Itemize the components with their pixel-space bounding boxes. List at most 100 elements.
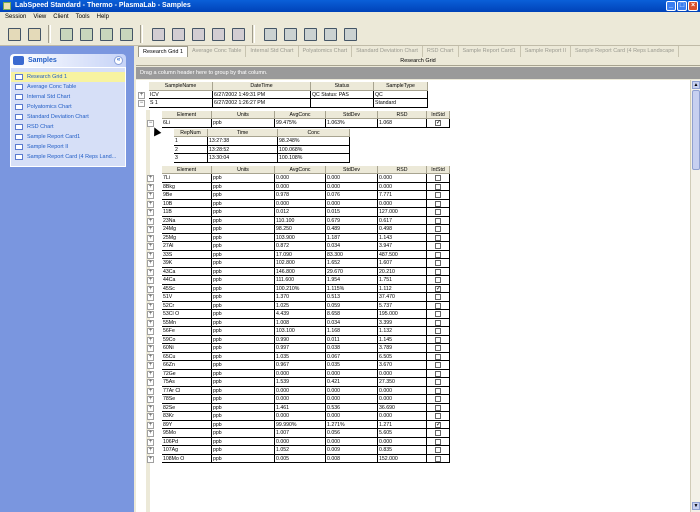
intstd-checkbox[interactable]: ✓: [435, 285, 441, 292]
user-button[interactable]: [24, 24, 43, 43]
table-row[interactable]: 1 13:27:38 98.248%: [136, 137, 690, 146]
table-row[interactable]: +9Be ppb 0.978 0.076 7.771: [136, 191, 690, 200]
printer-setup-button[interactable]: [208, 24, 227, 43]
intstd-checkbox[interactable]: [435, 379, 441, 385]
table-row[interactable]: +65Cu ppb 1.035 0.067 6.505: [136, 352, 690, 361]
table-row[interactable]: +60Ni ppb 0.997 0.038 3.789: [136, 344, 690, 353]
tab[interactable]: Research Grid 1: [138, 46, 189, 57]
sidebar-item[interactable]: Research Grid 1: [11, 72, 125, 82]
expand-icon[interactable]: +: [147, 353, 154, 361]
grid-button[interactable]: [56, 24, 75, 43]
tab[interactable]: Sample Report Card (4 Reps Landscape: [571, 46, 680, 57]
table-row[interactable]: +83Kr ppb 0.000 0.000 0.000: [136, 412, 690, 421]
maximize-button[interactable]: □: [677, 1, 687, 11]
tab[interactable]: Internal Std Chart: [246, 46, 299, 57]
chart-button[interactable]: [96, 24, 115, 43]
table-row[interactable]: +55Mn ppb 1.008 0.034 3.399: [136, 318, 690, 327]
table-row[interactable]: − S 1 6/27/2002 1:26:27 PM Standard: [136, 99, 690, 108]
expand-icon[interactable]: +: [147, 285, 154, 293]
table-row[interactable]: − 6Li ppb 99.475% 1.063% 1.068 ✓: [136, 119, 690, 128]
expand-icon[interactable]: +: [147, 192, 154, 199]
expand-icon[interactable]: +: [147, 387, 154, 395]
expand-icon[interactable]: +: [147, 268, 154, 276]
expand-icon[interactable]: +: [147, 183, 154, 191]
expand-icon[interactable]: +: [138, 91, 145, 99]
tab[interactable]: Average Conc Table: [188, 46, 247, 57]
intstd-checkbox[interactable]: [435, 430, 441, 436]
expand-icon[interactable]: +: [147, 319, 154, 327]
table-row[interactable]: Element Units AvgConc StdDev RSD IntStd: [136, 165, 690, 174]
expand-icon[interactable]: +: [147, 328, 154, 335]
table-button[interactable]: [76, 24, 95, 43]
intstd-checkbox[interactable]: [435, 328, 441, 334]
table-row[interactable]: +53Cl Oppb 4.439 8.658 195.000: [136, 310, 690, 319]
samples-panel-header[interactable]: Samples «: [10, 54, 126, 67]
table-row[interactable]: +23Na ppb 110.100 0.679 0.617: [136, 216, 690, 225]
table-row[interactable]: +24Mg ppb 98.250 0.489 0.498: [136, 225, 690, 234]
table-row[interactable]: RepNum Time Conc: [136, 128, 690, 137]
expand-icon[interactable]: +: [147, 217, 154, 225]
table-row[interactable]: +106Pd ppb 0.000 0.000 0.000: [136, 437, 690, 446]
intstd-checkbox[interactable]: [435, 209, 441, 215]
table-row[interactable]: + ICV 6/27/2002 1:49:31 PM QC Status: PAS QC: [136, 90, 690, 99]
expand-icon[interactable]: +: [147, 209, 154, 216]
export-button[interactable]: [168, 24, 187, 43]
menu-session[interactable]: Session: [2, 12, 29, 22]
intstd-checkbox[interactable]: [435, 455, 441, 462]
table-row[interactable]: +77Ar Cl ppb 0.000 0.000 0.000: [136, 386, 690, 395]
expand-icon[interactable]: +: [147, 362, 154, 369]
table-row[interactable]: +66Zn ppb 0.967 0.035 3.670: [136, 361, 690, 370]
print-preview-button[interactable]: [148, 24, 167, 43]
expand-icon[interactable]: +: [147, 421, 154, 429]
layout-button[interactable]: [260, 24, 279, 43]
expand-icon[interactable]: +: [147, 345, 154, 352]
collapse-icon[interactable]: «: [114, 56, 123, 65]
expand-icon[interactable]: +: [147, 447, 154, 454]
table-row[interactable]: +44Ca ppb 111.600 1.954 1.751: [136, 276, 690, 285]
tab[interactable]: Standard Deviation Chart: [352, 46, 423, 57]
tab[interactable]: Sample Report II: [521, 46, 571, 57]
sidebar-item[interactable]: RSD Chart: [11, 122, 125, 132]
intstd-checkbox[interactable]: ✓: [435, 421, 441, 428]
tools-button[interactable]: [340, 24, 359, 43]
expand-icon[interactable]: +: [147, 379, 154, 386]
print-button[interactable]: [188, 24, 207, 43]
intstd-checkbox[interactable]: [435, 183, 441, 190]
intstd-checkbox[interactable]: [435, 234, 441, 241]
sidebar-item[interactable]: Internal Std Chart: [11, 92, 125, 102]
expand-icon[interactable]: +: [147, 251, 154, 259]
intstd-checkbox[interactable]: [435, 370, 441, 377]
rows-button[interactable]: [300, 24, 319, 43]
intstd-checkbox[interactable]: [435, 447, 441, 453]
intstd-checkbox[interactable]: ✓: [435, 120, 441, 126]
intstd-checkbox[interactable]: [435, 404, 441, 411]
intstd-checkbox[interactable]: [435, 251, 441, 258]
sidebar-item[interactable]: Sample Report Card1: [11, 132, 125, 142]
table-row[interactable]: +89Y ppb 99.990% 1.271% 1.271 ✓: [136, 420, 690, 429]
table-row[interactable]: +72Ge ppb 0.000 0.000 0.000: [136, 369, 690, 378]
table-row[interactable]: +51V ppb 1.370 0.513 37.470: [136, 293, 690, 302]
intstd-checkbox[interactable]: [435, 243, 441, 249]
intstd-checkbox[interactable]: [435, 277, 441, 283]
expand-icon[interactable]: +: [147, 234, 154, 242]
expand-icon[interactable]: +: [147, 302, 154, 310]
table-row[interactable]: 3 13:30:04 100.108%: [136, 154, 690, 163]
intstd-checkbox[interactable]: [435, 438, 441, 445]
table-row[interactable]: +7Li ppb 0.000 0.000 0.000: [136, 174, 690, 183]
table-row[interactable]: +10B ppb 0.000 0.000 0.000: [136, 199, 690, 208]
scroll-up-icon[interactable]: ▲: [692, 81, 700, 89]
intstd-checkbox[interactable]: [435, 413, 441, 419]
tab[interactable]: Polyatomics Chart: [299, 46, 353, 57]
expand-icon[interactable]: +: [147, 455, 154, 463]
expand-icon[interactable]: +: [147, 438, 154, 446]
sidebar-item[interactable]: Sample Report II: [11, 142, 125, 152]
expand-icon[interactable]: +: [147, 175, 154, 182]
menu-help[interactable]: Help: [94, 12, 112, 22]
table-row[interactable]: SampleName DateTime Status SampleType: [136, 82, 690, 91]
vertical-scrollbar[interactable]: ▲ ▼: [690, 80, 700, 512]
intstd-checkbox[interactable]: [435, 345, 441, 351]
tab[interactable]: Sample Report Card1: [459, 46, 521, 57]
table-row[interactable]: +33S ppb 17.090 83.300 487.500: [136, 250, 690, 259]
menu-client[interactable]: Client: [50, 12, 71, 22]
expand-icon[interactable]: +: [147, 396, 154, 403]
